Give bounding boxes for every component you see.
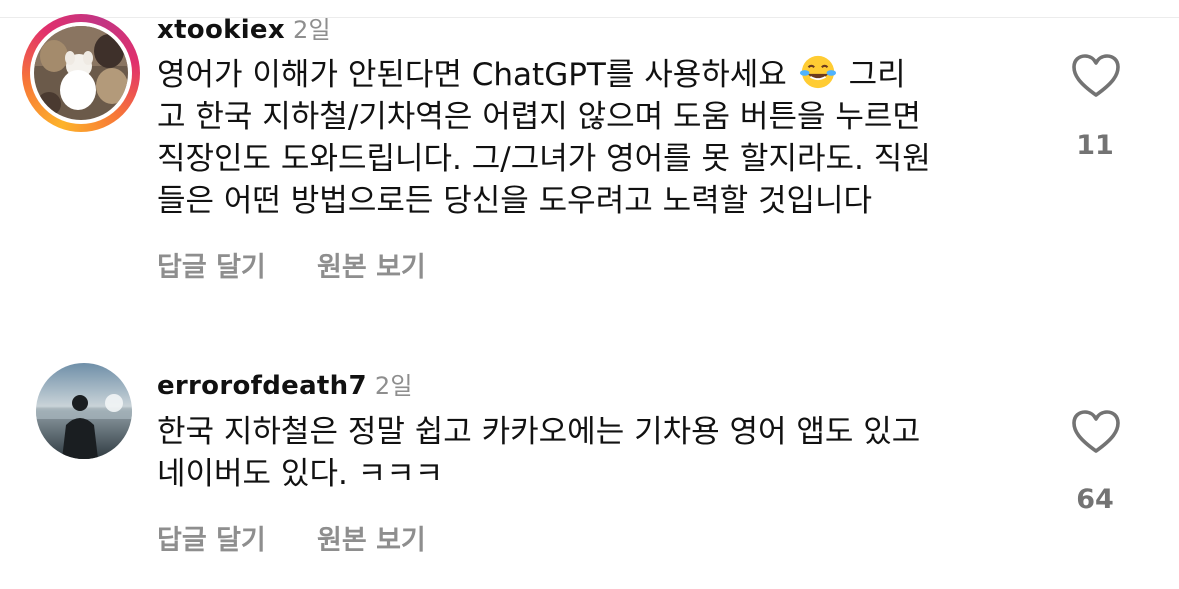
heart-outline-icon[interactable]	[1071, 409, 1121, 455]
avatar[interactable]	[36, 363, 132, 459]
reply-button[interactable]: 답글 달기	[157, 245, 266, 284]
timestamp: 2일	[374, 372, 413, 400]
avatar[interactable]	[34, 26, 128, 120]
avatar-image	[34, 26, 128, 120]
username[interactable]: errorofdeath7 2일	[157, 366, 413, 401]
comment-item: errorofdeath7 2일 한국 지하철은 정말 쉽고 카카오에는 기차용 …	[0, 350, 1179, 589]
see-original-button[interactable]: 원본 보기	[317, 518, 426, 557]
timestamp: 2일	[292, 16, 331, 44]
comment-line: 들은 어떤 방법으로든 당신을 도우려고 노력할 것입니다	[157, 183, 873, 219]
comment-line: 한국 지하철은 정말 쉽고 카카오에는 기차용 영어 앱도 있고	[157, 414, 921, 450]
comment-text: 한국 지하철은 정말 쉽고 카카오에는 기차용 영어 앱도 있고 네이버도 있다…	[157, 411, 1017, 495]
see-original-button[interactable]: 원본 보기	[317, 245, 426, 284]
avatar-image	[36, 363, 132, 459]
comment-text: 영어가 이해가 안된다면 ChatGPT를 사용하세요 그리 고 한국 지하철/…	[157, 53, 1017, 222]
username[interactable]: xtookiex 2일	[157, 10, 331, 45]
heart-outline-icon[interactable]	[1071, 53, 1121, 99]
comment-line: 고 한국 지하철/기차역은 어렵지 않으며 도움 버튼을 누르면	[157, 99, 921, 135]
like-count: 11	[1076, 130, 1114, 161]
story-ring[interactable]	[22, 14, 140, 132]
comment-line: 영어가 이해가 안된다면 ChatGPT를 사용하세요 그리	[157, 53, 1017, 96]
like-count: 64	[1076, 484, 1114, 515]
reply-button[interactable]: 답글 달기	[157, 518, 266, 557]
comment-item: xtookiex 2일 영어가 이해가 안된다면 ChatGPT를 사용하세요 그…	[0, 0, 1179, 300]
comment-line: 직장인도 도와드립니다. 그/그녀가 영어를 못 할지라도. 직원	[157, 141, 931, 177]
comment-line: 네이버도 있다. ㅋㅋㅋ	[157, 456, 444, 492]
face-with-tears-of-joy-icon	[799, 55, 836, 89]
